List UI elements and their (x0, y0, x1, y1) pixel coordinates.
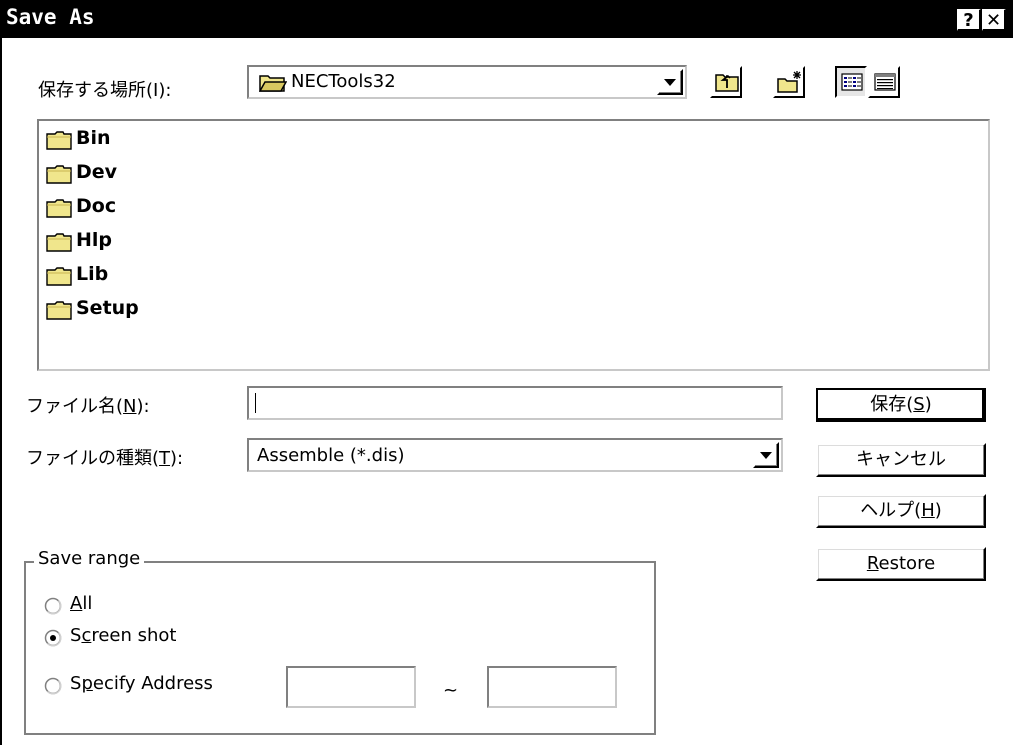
radio-button-icon[interactable] (44, 677, 62, 695)
radio-label: All (70, 593, 93, 614)
save-button[interactable]: 保存(S) (816, 388, 986, 422)
file-name: Hlp (76, 229, 113, 251)
up-folder-button[interactable] (710, 66, 742, 98)
window-title: Save As (6, 5, 95, 29)
address-separator: ~ (443, 680, 459, 701)
folder-icon (46, 233, 72, 252)
radio-button-icon[interactable] (44, 597, 62, 615)
address-from-input[interactable] (286, 666, 416, 708)
filetype-value: Assemble (*.dis) (257, 445, 405, 466)
radio-label: Specify Address (70, 673, 213, 694)
radio-label: Screen shot (70, 625, 177, 646)
file-name: Lib (76, 263, 109, 285)
address-to-input[interactable] (487, 666, 617, 708)
new-folder-button[interactable] (773, 66, 805, 98)
filetype-dropdown-button[interactable] (753, 442, 779, 468)
close-button[interactable]: ✕ (982, 9, 1006, 31)
text-cursor (255, 393, 256, 413)
folder-icon (46, 165, 72, 184)
radio-button-icon[interactable] (44, 629, 62, 647)
details-view-icon (874, 73, 896, 91)
list-view-icon (841, 73, 863, 91)
filename-label: ファイル名(N): (26, 396, 150, 417)
file-name: Bin (76, 127, 111, 149)
filetype-label: ファイルの種類(T): (26, 448, 184, 469)
file-list[interactable] (37, 119, 990, 371)
folder-icon (46, 267, 72, 286)
help-title-button[interactable]: ? (957, 9, 981, 31)
location-dropdown-button[interactable] (657, 69, 683, 95)
dialog-border (0, 38, 2, 745)
restore-button[interactable]: Restore (816, 547, 986, 581)
file-name: Setup (76, 297, 139, 319)
folder-icon (46, 301, 72, 320)
file-name: Doc (76, 195, 117, 217)
list-view-button[interactable] (835, 66, 867, 98)
save-range-legend: Save range (34, 548, 145, 569)
location-value: NECTools32 (291, 71, 396, 92)
save-as-dialog: Save As ? ✕ 保存する場所(I): NECTools32 Bin De… (0, 0, 1013, 745)
filename-input[interactable] (247, 386, 783, 420)
save-range-group (24, 561, 656, 735)
location-label: 保存する場所(I): (38, 80, 172, 101)
new-folder-icon (777, 71, 801, 93)
filetype-dropdown[interactable]: Assemble (*.dis) (247, 438, 783, 472)
cancel-button[interactable]: キャンセル (816, 443, 986, 477)
folder-icon (46, 199, 72, 218)
folder-icon (46, 131, 72, 150)
help-button[interactable]: ヘルプ(H) (816, 494, 986, 528)
file-name: Dev (76, 161, 118, 183)
folder-open-icon (259, 75, 287, 92)
details-view-button[interactable] (868, 66, 900, 98)
location-dropdown[interactable]: NECTools32 (247, 65, 687, 99)
up-folder-icon (715, 74, 739, 92)
title-bar[interactable]: Save As ? ✕ (0, 0, 1013, 38)
